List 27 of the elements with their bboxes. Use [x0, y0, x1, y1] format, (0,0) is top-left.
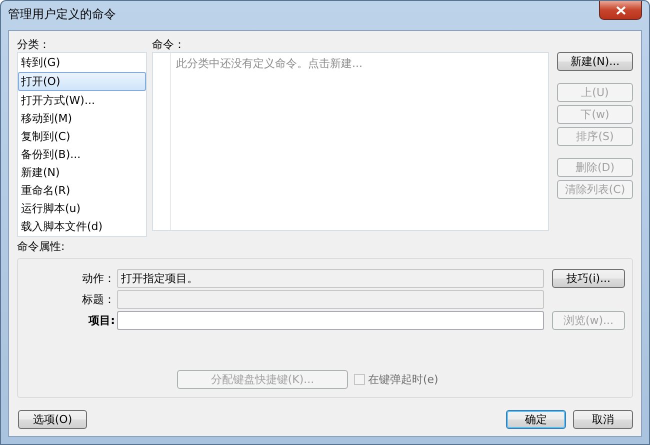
- category-item[interactable]: 打开(O): [18, 72, 146, 91]
- close-icon: [616, 6, 626, 14]
- category-item[interactable]: 运行脚本(u): [19, 200, 145, 217]
- category-item[interactable]: 新建(N): [19, 164, 145, 181]
- categories-label: 分类：: [17, 37, 51, 52]
- category-item[interactable]: 载入脚本文件(d): [19, 218, 145, 235]
- options-button[interactable]: 选项(O): [18, 410, 87, 429]
- cancel-button[interactable]: 取消: [573, 410, 633, 429]
- ok-button[interactable]: 确定: [506, 410, 566, 429]
- close-button[interactable]: [599, 1, 642, 20]
- tips-button[interactable]: 技巧(i)...: [552, 269, 625, 288]
- title-label: 标题：: [81, 292, 116, 307]
- category-item[interactable]: 打开方式(W)...: [19, 92, 145, 109]
- item-field[interactable]: [117, 311, 544, 330]
- properties-label: 命令属性:: [17, 239, 66, 254]
- category-item[interactable]: 备份到(B)...: [19, 146, 145, 163]
- category-item[interactable]: 复制到(C): [19, 128, 145, 145]
- category-item[interactable]: 重命名(R): [19, 182, 145, 199]
- window-title: 管理用户定义的命令: [8, 6, 116, 23]
- commands-label: 命令：: [152, 37, 186, 52]
- action-label: 动作：: [81, 271, 116, 286]
- empty-message: 此分类中还没有定义命令。点击新建...: [176, 56, 362, 70]
- item-label: 项目:: [87, 313, 116, 328]
- category-item[interactable]: 移动到(M): [19, 110, 145, 127]
- key-up-label: 在键弹起时(e): [368, 372, 438, 387]
- command-button[interactable]: 新建(N)...: [557, 52, 633, 71]
- category-item[interactable]: 转到(G): [19, 54, 145, 71]
